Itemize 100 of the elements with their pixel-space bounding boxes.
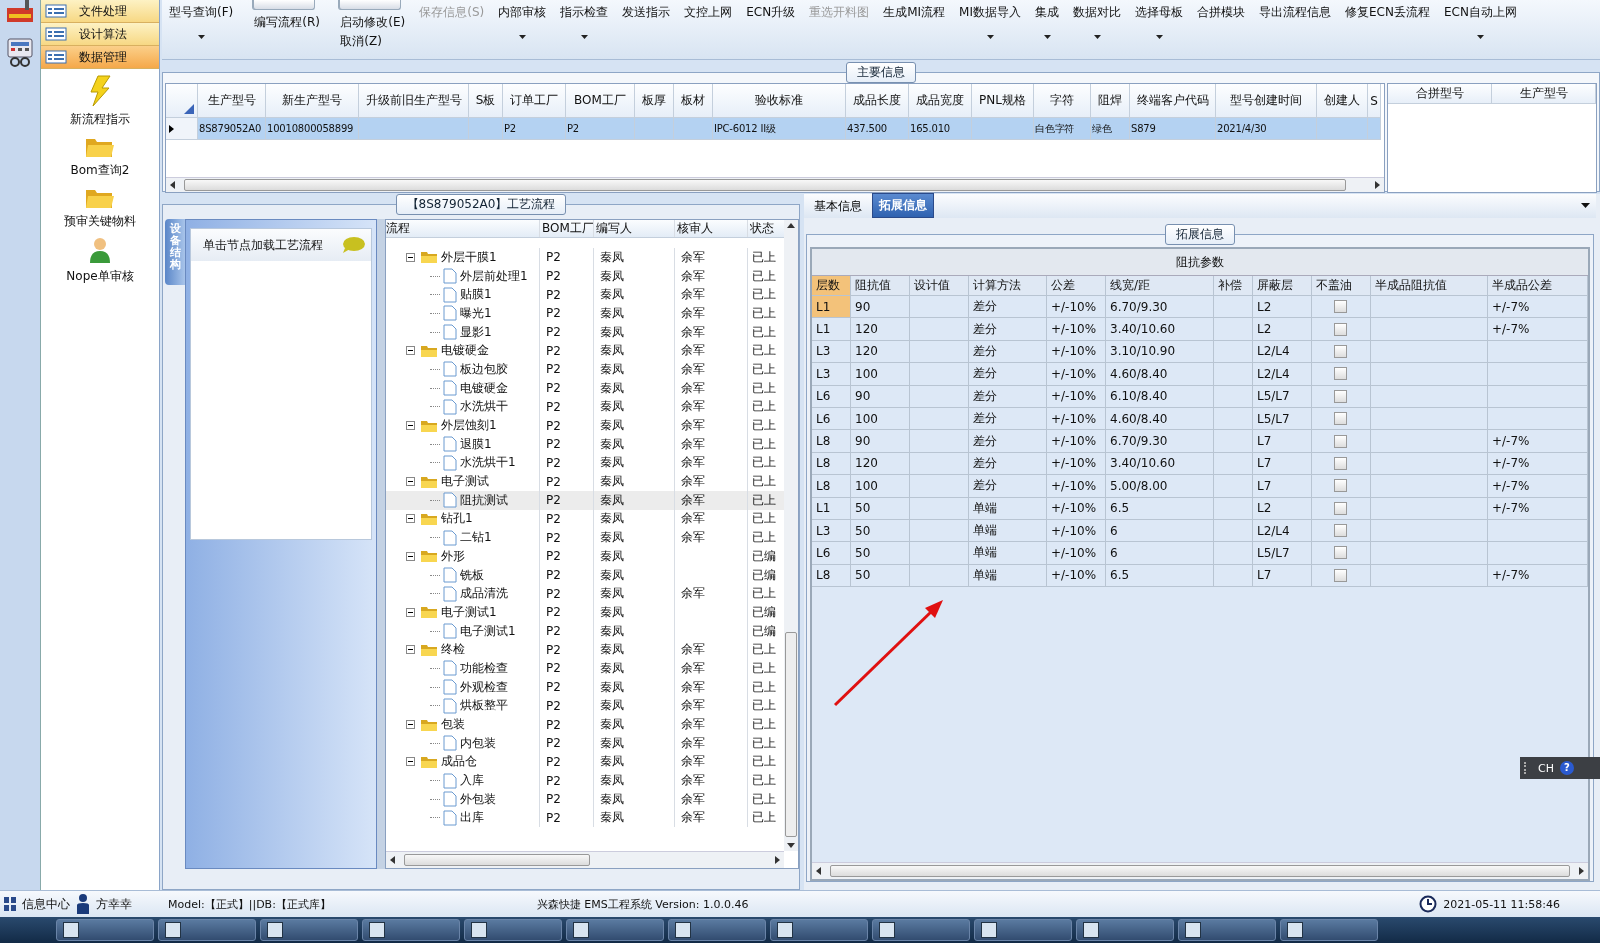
tree-row[interactable]: 外形 P2 秦凤 已编 bbox=[386, 547, 784, 566]
row-cell[interactable]: L6 bbox=[812, 385, 851, 408]
collapse-icon[interactable] bbox=[406, 477, 415, 487]
checkbox[interactable] bbox=[1334, 524, 1347, 538]
caret-icon[interactable] bbox=[1043, 35, 1051, 39]
checkbox[interactable] bbox=[1334, 344, 1347, 358]
tree-row[interactable]: 电镀硬金 P2 秦凤 余军 已上 bbox=[386, 341, 784, 361]
toolbar-button[interactable]: 发送指示 bbox=[621, 0, 672, 21]
tree-row[interactable]: 入库 P2 秦凤 余军 已上 bbox=[386, 771, 784, 790]
checkbox[interactable] bbox=[1334, 300, 1347, 314]
checkbox[interactable] bbox=[1334, 568, 1347, 582]
row-cell[interactable]: L6 bbox=[812, 542, 851, 565]
toggle-switch[interactable] bbox=[339, 0, 402, 10]
calculator-icon[interactable] bbox=[6, 38, 34, 68]
row-cell[interactable]: L3 bbox=[812, 519, 851, 543]
tree-row[interactable]: 显影1 P2 秦凤 余军 已上 bbox=[386, 322, 784, 342]
tree-row[interactable]: 二钻1 P2 秦凤 余军 已上 bbox=[386, 528, 784, 547]
column-header[interactable]: 生产型号 bbox=[1492, 84, 1596, 104]
toolbar-button[interactable]: 生成MI流程 bbox=[882, 0, 947, 21]
tree-row[interactable]: 阻抗测试 P2 秦凤 余军 已上 bbox=[386, 490, 784, 510]
horizontal-scrollbar[interactable] bbox=[812, 862, 1588, 879]
checkbox[interactable] bbox=[1334, 501, 1347, 515]
column-header[interactable]: 状态 bbox=[748, 220, 784, 237]
row-cell[interactable]: L8 bbox=[812, 452, 851, 476]
tree-row[interactable]: 外层蚀刻1 P2 秦凤 余军 已上 bbox=[386, 416, 784, 435]
column-header[interactable]: 半成品公差 bbox=[1488, 276, 1588, 296]
column-header[interactable]: 计算方法 bbox=[969, 276, 1047, 296]
shortcut-label[interactable]: Nope单审核 bbox=[66, 268, 134, 285]
taskbar-button[interactable] bbox=[872, 919, 970, 942]
tree-row[interactable]: 钻孔1 P2 秦凤 余军 已上 bbox=[386, 509, 784, 529]
caret-icon[interactable] bbox=[580, 35, 588, 39]
tree-row[interactable]: 贴膜1 P2 秦凤 余军 已上 bbox=[386, 285, 784, 305]
row-cell[interactable]: L1 bbox=[812, 318, 851, 341]
taskbar-button[interactable] bbox=[1178, 919, 1276, 942]
input-method-bar[interactable]: CH ? bbox=[1520, 757, 1600, 779]
caret-icon[interactable] bbox=[1155, 35, 1163, 39]
caret-icon[interactable] bbox=[1476, 35, 1484, 39]
row-cell[interactable]: L3 bbox=[812, 340, 851, 364]
tab[interactable]: 基本信息 bbox=[808, 195, 868, 218]
tree-row[interactable]: 终检 P2 秦凤 余军 已上 bbox=[386, 640, 784, 660]
row-cell[interactable]: L8 bbox=[812, 430, 851, 453]
row-cell[interactable]: L6 bbox=[812, 407, 851, 431]
help-button[interactable]: ? bbox=[1559, 761, 1574, 775]
toolbar-button[interactable]: 集成 bbox=[1034, 0, 1060, 21]
checkbox[interactable] bbox=[1334, 434, 1347, 448]
toolbar-button[interactable]: 修复ECN丢流程 bbox=[1344, 0, 1431, 21]
tree-row[interactable]: 成品仓 P2 秦凤 余军 已上 bbox=[386, 752, 784, 772]
toolbar-button[interactable]: 取消(Z) bbox=[339, 31, 383, 50]
taskbar-button[interactable] bbox=[1280, 919, 1378, 942]
collapse-icon[interactable] bbox=[406, 757, 415, 767]
toolbar-button[interactable]: 内部审核 bbox=[497, 0, 548, 21]
nav-item[interactable]: 设计算法 bbox=[41, 23, 159, 46]
taskbar-button[interactable] bbox=[56, 919, 154, 942]
collapse-icon[interactable] bbox=[406, 252, 415, 262]
tree-row[interactable]: 外观检查 P2 秦凤 余军 已上 bbox=[386, 677, 784, 697]
toolbar-button[interactable]: 指示检查 bbox=[559, 0, 610, 21]
taskbar-button[interactable] bbox=[260, 919, 358, 942]
shortcut-label[interactable]: 预审关键物料 bbox=[64, 213, 136, 230]
caret-icon[interactable] bbox=[986, 35, 994, 39]
table-row[interactable]: 8S879052A0 10010800058899 P2 P2 IPC-6012 II级 437.500 165.010 白色字符 绿色 S879 2021/4/30 bbox=[166, 118, 1381, 140]
tree-row[interactable]: 电子测试1 P2 秦凤 已编 bbox=[386, 603, 784, 622]
tree-row[interactable]: 退膜1 P2 秦凤 余军 已上 bbox=[386, 434, 784, 454]
tree-row[interactable]: 电子测试1 P2 秦凤 已编 bbox=[386, 621, 784, 641]
checkbox[interactable] bbox=[1334, 412, 1347, 426]
row-cell[interactable]: L3 bbox=[812, 363, 851, 386]
column-header[interactable]: 设计值 bbox=[910, 276, 969, 296]
taskbar-button[interactable] bbox=[770, 919, 868, 942]
taskbar-button[interactable] bbox=[974, 919, 1072, 942]
column-header[interactable]: 核审人 bbox=[675, 220, 748, 237]
tree-row[interactable]: 外层前处理1 P2 秦凤 余军 已上 bbox=[386, 266, 784, 286]
toggle-switch[interactable] bbox=[253, 0, 316, 10]
row-cell[interactable]: L1 bbox=[812, 497, 851, 520]
column-header[interactable]: 补偿 bbox=[1214, 276, 1253, 296]
toolbar-button[interactable]: 文控上网 bbox=[683, 0, 734, 21]
caret-icon[interactable] bbox=[518, 35, 526, 39]
column-header[interactable]: 层数 bbox=[812, 276, 851, 296]
tree-row[interactable]: 电镀硬金 P2 秦凤 余军 已上 bbox=[386, 378, 784, 398]
column-header[interactable]: 公差 bbox=[1047, 276, 1106, 296]
checkbox[interactable] bbox=[1334, 479, 1347, 493]
tree-row[interactable]: 成品清洗 P2 秦凤 余军 已上 bbox=[386, 584, 784, 604]
column-header[interactable]: 线宽/距 bbox=[1106, 276, 1214, 296]
toolbar-button[interactable]: ECN自动上网 bbox=[1442, 0, 1518, 21]
column-header[interactable]: 流程 bbox=[386, 220, 540, 237]
nav-item[interactable]: 文件处理 bbox=[41, 0, 159, 23]
collapse-icon[interactable] bbox=[406, 346, 415, 356]
toolbar-button[interactable]: 数据对比 bbox=[1072, 0, 1122, 21]
row-cell[interactable]: L8 bbox=[812, 564, 851, 588]
horizontal-scrollbar[interactable] bbox=[386, 851, 784, 868]
tree-row[interactable]: 电子测试 P2 秦凤 余军 已上 bbox=[386, 472, 784, 491]
tree-row[interactable]: 曝光1 P2 秦凤 余军 已上 bbox=[386, 304, 784, 323]
column-header[interactable]: 编写人 bbox=[594, 220, 675, 237]
tree-row[interactable]: 烘板整平 P2 秦凤 余军 已上 bbox=[386, 696, 784, 716]
toolbar-button[interactable]: 编写流程(R) bbox=[253, 10, 321, 31]
taskbar-button[interactable] bbox=[566, 919, 664, 942]
column-header[interactable]: BOM工厂 bbox=[540, 220, 594, 237]
row-cell[interactable]: L1 bbox=[812, 296, 851, 319]
row-cell[interactable]: L8 bbox=[812, 475, 851, 498]
checkbox[interactable] bbox=[1334, 456, 1347, 470]
caret-icon[interactable] bbox=[197, 35, 205, 39]
grid-icon[interactable] bbox=[4, 897, 16, 912]
